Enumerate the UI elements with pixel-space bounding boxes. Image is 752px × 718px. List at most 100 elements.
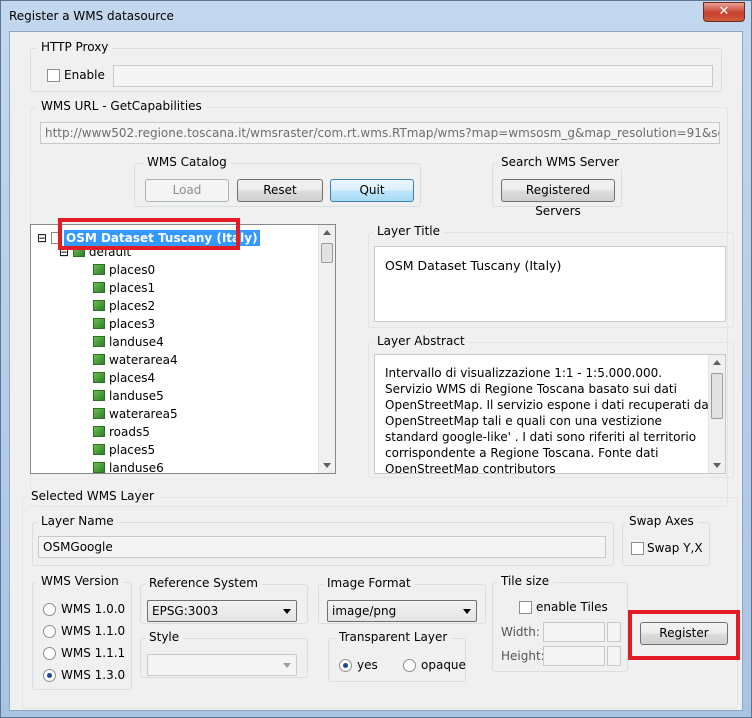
image-format-label: Image Format [323,576,415,590]
layer-title-field[interactable]: OSM Dataset Tuscany (Italy) [374,246,726,322]
tree-layer-item[interactable]: landuse5 [93,387,164,405]
close-button[interactable]: ✕ [703,2,745,22]
title-bar[interactable]: Register a WMS datasource ✕ [1,1,751,31]
layer-icon [93,282,105,293]
highlight-box-root [58,218,240,250]
transparent-yes-label: yes [357,658,378,672]
abstract-line: OpenStreetMap contributors [385,462,556,474]
highlight-box-register [628,610,740,660]
tree-layer-label: places3 [109,317,156,331]
tree-layer-label: landuse5 [109,389,164,403]
tile-width-spinner[interactable] [607,622,621,642]
close-icon[interactable]: ✕ [719,4,730,19]
abstract-line: OpenStreetMap tali e quali con una vesti… [385,414,662,428]
reset-button[interactable]: Reset [237,179,323,202]
layer-icon [93,318,105,329]
swap-yx-checkbox[interactable] [631,542,644,555]
wms-version-option-label: WMS 1.3.0 [61,668,126,682]
http-proxy-label: HTTP Proxy [37,40,113,54]
abstract-scroll-thumb[interactable] [711,373,723,419]
tree-layer-item[interactable]: places2 [93,297,155,315]
image-format-group: Image Format image/png [318,576,486,624]
scroll-up-icon[interactable] [323,230,331,235]
tile-height-input[interactable] [543,646,605,666]
tree-scrollbar[interactable] [318,225,335,473]
layer-abstract-label: Layer Abstract [373,334,469,348]
tree-layer-item[interactable]: landuse4 [93,333,164,351]
transparent-opaque-label: opaque [421,658,466,672]
transparent-layer-label: Transparent Layer [335,630,452,644]
tree-layer-item[interactable]: places5 [93,441,155,459]
tree-layer-item[interactable]: places0 [93,261,155,279]
wms-version-radio[interactable] [43,647,56,660]
tree-layer-item[interactable]: waterarea4 [93,351,178,369]
tree-layer-item[interactable]: waterarea5 [93,405,178,423]
abstract-scroll-down-icon[interactable] [713,463,721,468]
tree-layer-item[interactable]: landuse6 [93,459,164,474]
tree-layer-label: landuse4 [109,335,164,349]
wms-version-option-label: WMS 1.0.0 [61,602,126,616]
chevron-down-icon [463,609,471,614]
tile-height-spinner[interactable] [607,646,621,666]
layer-abstract-field[interactable]: Intervallo di visualizzazione 1:1 - 1:5.… [374,354,726,474]
reference-system-label: Reference System [145,576,262,590]
selected-layer-label: Selected WMS Layer [27,489,158,503]
layer-icon [93,426,105,437]
proxy-input[interactable] [113,65,713,87]
load-button[interactable]: Load [145,179,229,202]
layer-name-input[interactable]: OSMGoogle [38,536,606,558]
abstract-scrollbar[interactable] [708,355,725,473]
enable-tiles-label: enable Tiles [536,600,608,614]
tree-layer-label: waterarea4 [109,353,178,367]
quit-button[interactable]: Quit [330,179,414,202]
layer-icon [93,264,105,275]
tree-layer-item[interactable]: places3 [93,315,155,333]
wms-version-radio[interactable] [43,603,56,616]
layer-title-value: OSM Dataset Tuscany (Italy) [385,258,562,273]
tile-width-input[interactable] [543,622,605,642]
layer-name-label: Layer Name [37,514,118,528]
swap-axes-label: Swap Axes [625,514,698,528]
wms-version-radio[interactable] [43,625,56,638]
wms-catalog-group: WMS Catalog Load Reset Quit [134,155,421,207]
dialog-window: Register a WMS datasource ✕ HTTP Proxy E… [0,0,752,718]
wms-version-radio[interactable] [43,669,56,682]
layer-icon [93,390,105,401]
tree-layer-label: places4 [109,371,156,385]
scroll-thumb[interactable] [321,243,333,263]
chevron-down-icon [283,663,291,668]
layer-tree[interactable]: ⊟ OSM Dataset Tuscany (Italy) ⊟ default … [30,224,336,474]
reference-system-select[interactable]: EPSG:3003 [147,600,297,622]
wms-catalog-label: WMS Catalog [143,155,231,169]
abstract-line: Servizio WMS di Regione Toscana basato s… [385,382,677,396]
tree-layer-item[interactable]: roads5 [93,423,150,441]
enable-tiles-checkbox[interactable] [519,601,532,614]
layer-icon [93,444,105,455]
layer-icon [93,372,105,383]
http-proxy-group: HTTP Proxy Enable [30,40,722,92]
chevron-down-icon [283,609,291,614]
tree-layer-item[interactable]: places4 [93,369,155,387]
layer-title-label: Layer Title [373,224,444,238]
scroll-down-icon[interactable] [323,463,331,468]
reference-system-group: Reference System EPSG:3003 [140,576,308,624]
style-select[interactable] [147,654,297,676]
wms-version-option-label: WMS 1.1.0 [61,624,126,638]
image-format-select[interactable]: image/png [327,600,477,622]
proxy-enable-label: Enable [64,68,105,82]
tree-layer-label: landuse6 [109,461,164,474]
wms-version-option-label: WMS 1.1.1 [61,646,126,660]
tree-layer-item[interactable]: places1 [93,279,155,297]
layer-icon [93,408,105,419]
transparent-opaque-radio[interactable] [403,659,416,672]
registered-servers-button[interactable]: Registered Servers [501,179,615,218]
wms-url-input[interactable]: http://www502.regione.toscana.it/wmsrast… [40,122,720,144]
abstract-scroll-up-icon[interactable] [713,360,721,365]
layer-icon [93,354,105,365]
transparent-layer-group: Transparent Layer yes opaque [328,630,466,682]
tree-root-expander[interactable]: ⊟ [37,229,47,247]
dialog-client: HTTP Proxy Enable WMS URL - GetCapabilit… [9,31,743,711]
proxy-enable-checkbox[interactable] [47,69,60,82]
transparent-yes-radio[interactable] [339,659,352,672]
abstract-line: standard google-like' . I dati sono rife… [385,430,697,444]
